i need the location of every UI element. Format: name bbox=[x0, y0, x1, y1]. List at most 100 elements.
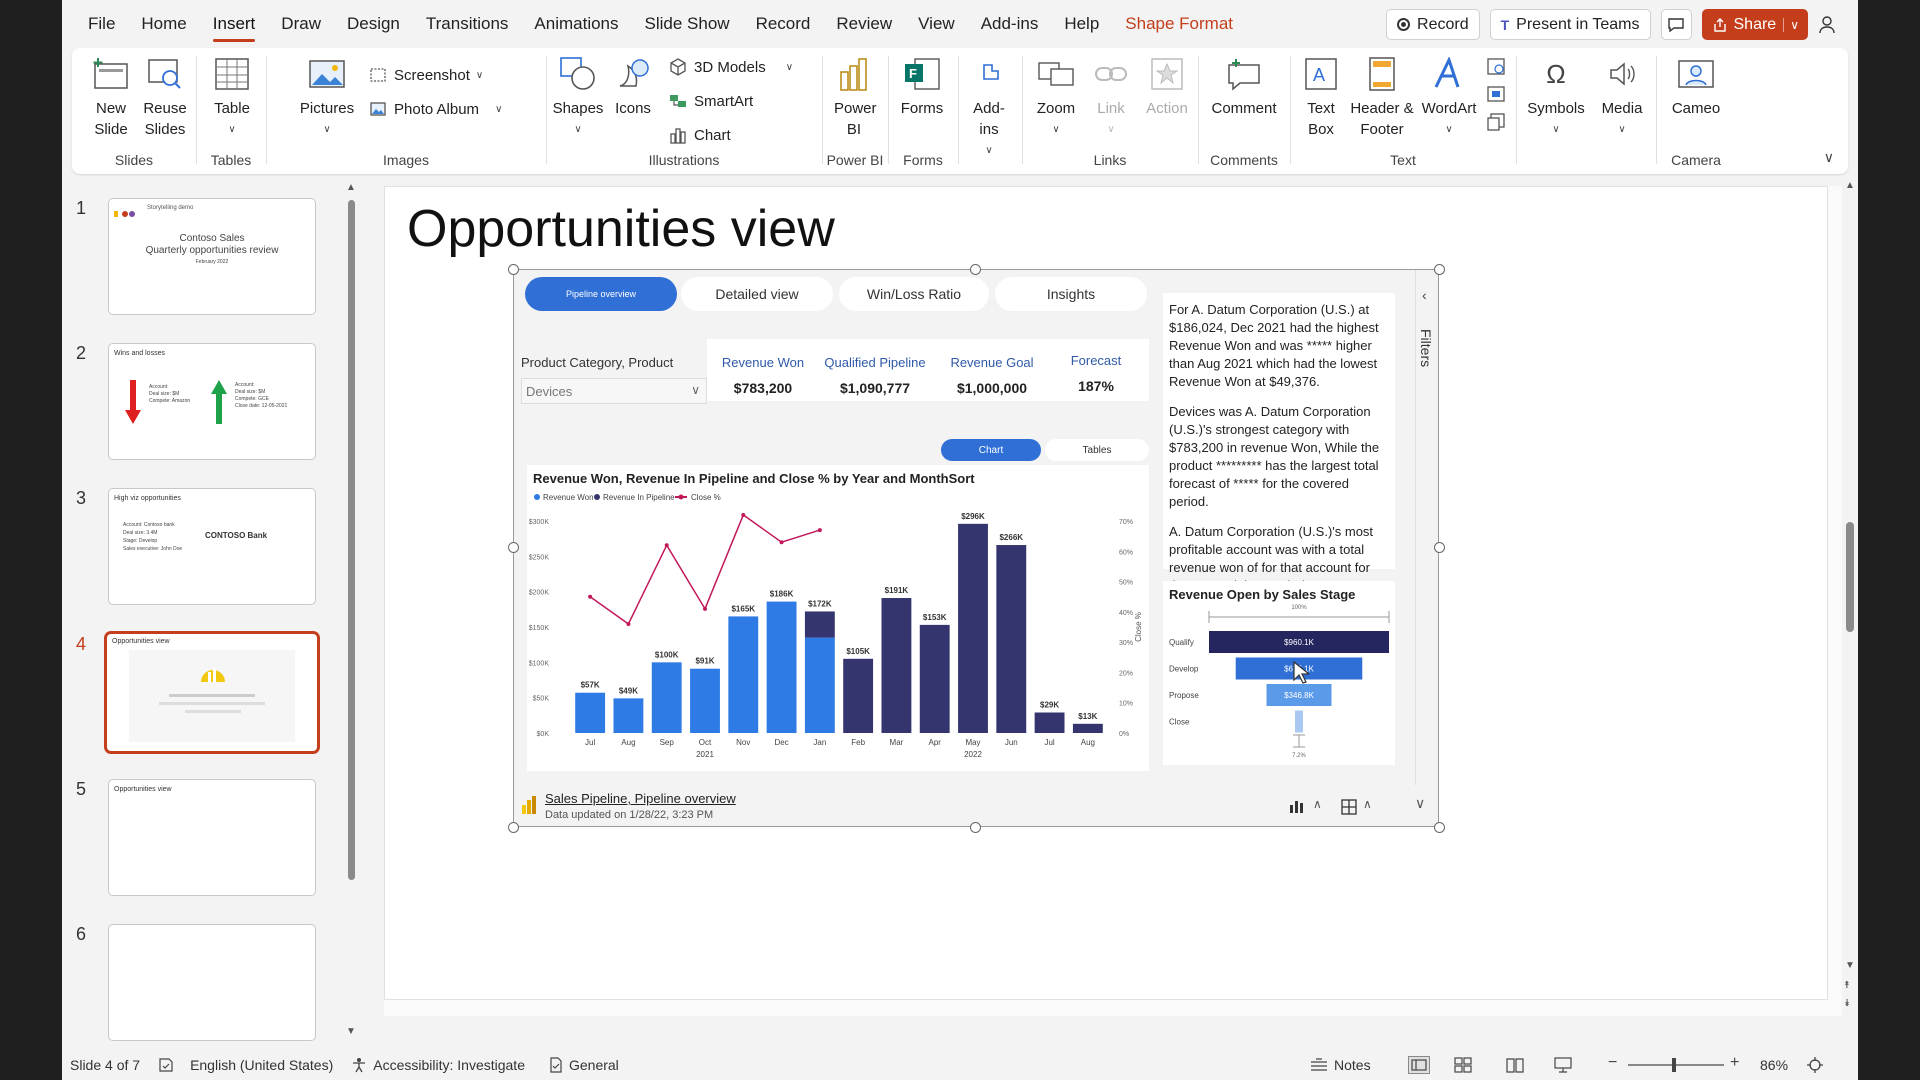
zoom-slider[interactable] bbox=[1628, 1058, 1724, 1072]
tab-view[interactable]: View bbox=[918, 8, 955, 40]
tab-transitions[interactable]: Transitions bbox=[426, 8, 509, 40]
tab-review[interactable]: Review bbox=[836, 8, 892, 40]
chart-toggle-button[interactable]: Chart bbox=[941, 439, 1041, 461]
tab-add-ins[interactable]: Add-ins bbox=[981, 8, 1039, 40]
thumbnail-preview[interactable]: Opportunities view bbox=[108, 779, 316, 896]
pages-icon[interactable] bbox=[1341, 799, 1357, 815]
3d-models-button[interactable]: 3D Models ∨ bbox=[668, 54, 793, 80]
sensitivity-label[interactable]: General bbox=[549, 1057, 619, 1073]
thumbnail-preview[interactable] bbox=[108, 924, 316, 1041]
tab-win-loss-ratio[interactable]: Win/Loss Ratio bbox=[839, 277, 989, 311]
collapse-left-icon[interactable]: ‹ bbox=[1422, 287, 1427, 303]
tab-insert[interactable]: Insert bbox=[212, 8, 255, 42]
product-category-dropdown[interactable]: Devices ∨ bbox=[521, 378, 707, 404]
slide-thumbnail-3[interactable]: 3 High viz opportunities Account: Contos… bbox=[62, 488, 362, 608]
resize-handle[interactable] bbox=[970, 264, 981, 275]
table-button[interactable]: Table ∨ bbox=[204, 54, 260, 140]
previous-slide-icon[interactable]: ⯭ bbox=[1844, 980, 1850, 991]
scrollbar-thumb[interactable] bbox=[348, 200, 355, 880]
smartart-button[interactable]: SmartArt bbox=[668, 88, 753, 114]
resize-handle[interactable] bbox=[508, 264, 519, 275]
object-icon[interactable] bbox=[1486, 112, 1508, 134]
resize-handle[interactable] bbox=[508, 542, 519, 553]
reading-view-icon[interactable] bbox=[1506, 1057, 1524, 1076]
zoom-out-icon[interactable]: − bbox=[1608, 1054, 1617, 1072]
tab-home[interactable]: Home bbox=[141, 8, 186, 40]
tab-help[interactable]: Help bbox=[1064, 8, 1099, 40]
next-slide-icon[interactable]: ⯯ bbox=[1844, 998, 1850, 1009]
slide-number-icon[interactable] bbox=[1486, 84, 1508, 106]
comments-pane-button[interactable] bbox=[1660, 9, 1692, 40]
scroll-down-icon[interactable]: ▼ bbox=[346, 1026, 356, 1037]
thumbnail-preview[interactable]: High viz opportunities Account: Contoso … bbox=[108, 488, 316, 605]
bar-chart-icon[interactable] bbox=[1289, 799, 1305, 813]
chevron-down-icon[interactable]: ∨ bbox=[1415, 795, 1425, 812]
zoom-slider-thumb[interactable] bbox=[1672, 1058, 1676, 1072]
zoom-button[interactable]: Zoom ∨ bbox=[1028, 54, 1084, 140]
slide-title[interactable]: Opportunities view bbox=[407, 199, 835, 259]
header-footer-button[interactable]: Header & Footer bbox=[1350, 54, 1414, 140]
tab-file[interactable]: File bbox=[88, 8, 115, 40]
forms-button[interactable]: F Forms bbox=[894, 54, 950, 119]
normal-view-icon[interactable] bbox=[1408, 1056, 1430, 1074]
chevron-up-icon[interactable]: ∧ bbox=[1313, 797, 1322, 811]
comment-button[interactable]: Comment bbox=[1206, 54, 1282, 119]
slide-sorter-icon[interactable] bbox=[1454, 1057, 1472, 1076]
cameo-button[interactable]: Cameo bbox=[1664, 54, 1728, 119]
tab-animations[interactable]: Animations bbox=[534, 8, 618, 40]
scrollbar-thumb[interactable] bbox=[1846, 522, 1854, 632]
funnel-chart[interactable]: 100%Qualify$960.1KDevelop$675.1KPropose$… bbox=[1163, 581, 1395, 765]
tab-shape-format[interactable]: Shape Format bbox=[1125, 8, 1233, 40]
slide-thumbnail-6[interactable]: 6 bbox=[62, 924, 362, 1044]
thumbnails-scrollbar[interactable]: ▲ ▼ bbox=[346, 180, 356, 1042]
action-button[interactable]: Action bbox=[1140, 54, 1194, 119]
spell-check-icon[interactable] bbox=[158, 1057, 174, 1073]
notes-button[interactable]: Notes bbox=[1310, 1057, 1371, 1073]
language[interactable]: English (United States) bbox=[190, 1057, 333, 1073]
zoom-level[interactable]: 86% bbox=[1760, 1057, 1788, 1073]
slide-thumbnail-5[interactable]: 5 Opportunities view bbox=[62, 779, 362, 899]
resize-handle[interactable] bbox=[970, 822, 981, 833]
resize-handle[interactable] bbox=[508, 822, 519, 833]
symbols-button[interactable]: Ω Symbols ∨ bbox=[1524, 54, 1588, 140]
icons-button[interactable]: Icons bbox=[608, 54, 658, 119]
pictures-button[interactable]: Pictures ∨ bbox=[298, 54, 356, 140]
footer-title[interactable]: Sales Pipeline, Pipeline overview bbox=[545, 791, 736, 806]
slide-thumbnail-1[interactable]: 1 Storytelling demo Contoso Sales Quarte… bbox=[62, 198, 362, 318]
slideshow-icon[interactable] bbox=[1554, 1057, 1572, 1076]
zoom-in-icon[interactable]: + bbox=[1730, 1054, 1739, 1072]
revenue-chart[interactable]: Revenue Won Revenue In Pipeline Close % $0K… bbox=[527, 465, 1149, 771]
resize-handle[interactable] bbox=[1434, 822, 1445, 833]
text-box-button[interactable]: A Text Box bbox=[1298, 54, 1344, 140]
tab-pipeline-overview[interactable]: Pipeline overview bbox=[525, 277, 677, 311]
slide-thumbnail-2[interactable]: 2 Wins and losses Account: Deal size: $M… bbox=[62, 343, 362, 463]
slide[interactable]: Opportunities view Pipeline overview Det… bbox=[384, 186, 1828, 1000]
tab-draw[interactable]: Draw bbox=[281, 8, 321, 40]
coauthor-icon[interactable] bbox=[1818, 14, 1840, 36]
scroll-up-icon[interactable]: ▲ bbox=[346, 182, 356, 193]
chevron-down-icon[interactable]: ∨ bbox=[1783, 17, 1799, 32]
chevron-up-icon[interactable]: ∧ bbox=[1363, 797, 1372, 811]
power-bi-button[interactable]: Power BI bbox=[828, 54, 880, 140]
screenshot-button[interactable]: Screenshot ∨ bbox=[368, 62, 483, 88]
resize-handle[interactable] bbox=[1434, 264, 1445, 275]
share-button[interactable]: Share ∨ bbox=[1701, 9, 1808, 40]
record-button[interactable]: Record bbox=[1386, 9, 1480, 40]
tab-detailed-view[interactable]: Detailed view bbox=[681, 277, 833, 311]
date-time-icon[interactable] bbox=[1486, 56, 1508, 78]
chart-button[interactable]: Chart bbox=[668, 122, 731, 148]
wordart-button[interactable]: WordArt ∨ bbox=[1418, 54, 1480, 140]
scroll-down-icon[interactable]: ▼ bbox=[1845, 960, 1855, 971]
fit-to-window-icon[interactable] bbox=[1806, 1056, 1824, 1077]
thumbnail-preview[interactable]: Wins and losses Account: Deal size: $M C… bbox=[108, 343, 316, 460]
accessibility-checker[interactable]: Accessibility: Investigate bbox=[351, 1057, 525, 1073]
link-button[interactable]: Link ∨ bbox=[1086, 54, 1136, 140]
tab-record[interactable]: Record bbox=[756, 8, 811, 40]
tab-slide-show[interactable]: Slide Show bbox=[645, 8, 730, 40]
reuse-slides-button[interactable]: Reuse Slides bbox=[140, 54, 190, 140]
power-bi-report[interactable]: Pipeline overview Detailed view Win/Loss… bbox=[513, 269, 1439, 827]
photo-album-button[interactable]: Photo Album ∨ bbox=[368, 96, 502, 122]
thumbnail-preview[interactable]: Storytelling demo Contoso Sales Quarterl… bbox=[108, 198, 316, 315]
tab-insights[interactable]: Insights bbox=[995, 277, 1147, 311]
canvas-scrollbar[interactable]: ▲ ▼ ⯭ ⯯ bbox=[1842, 180, 1858, 1042]
